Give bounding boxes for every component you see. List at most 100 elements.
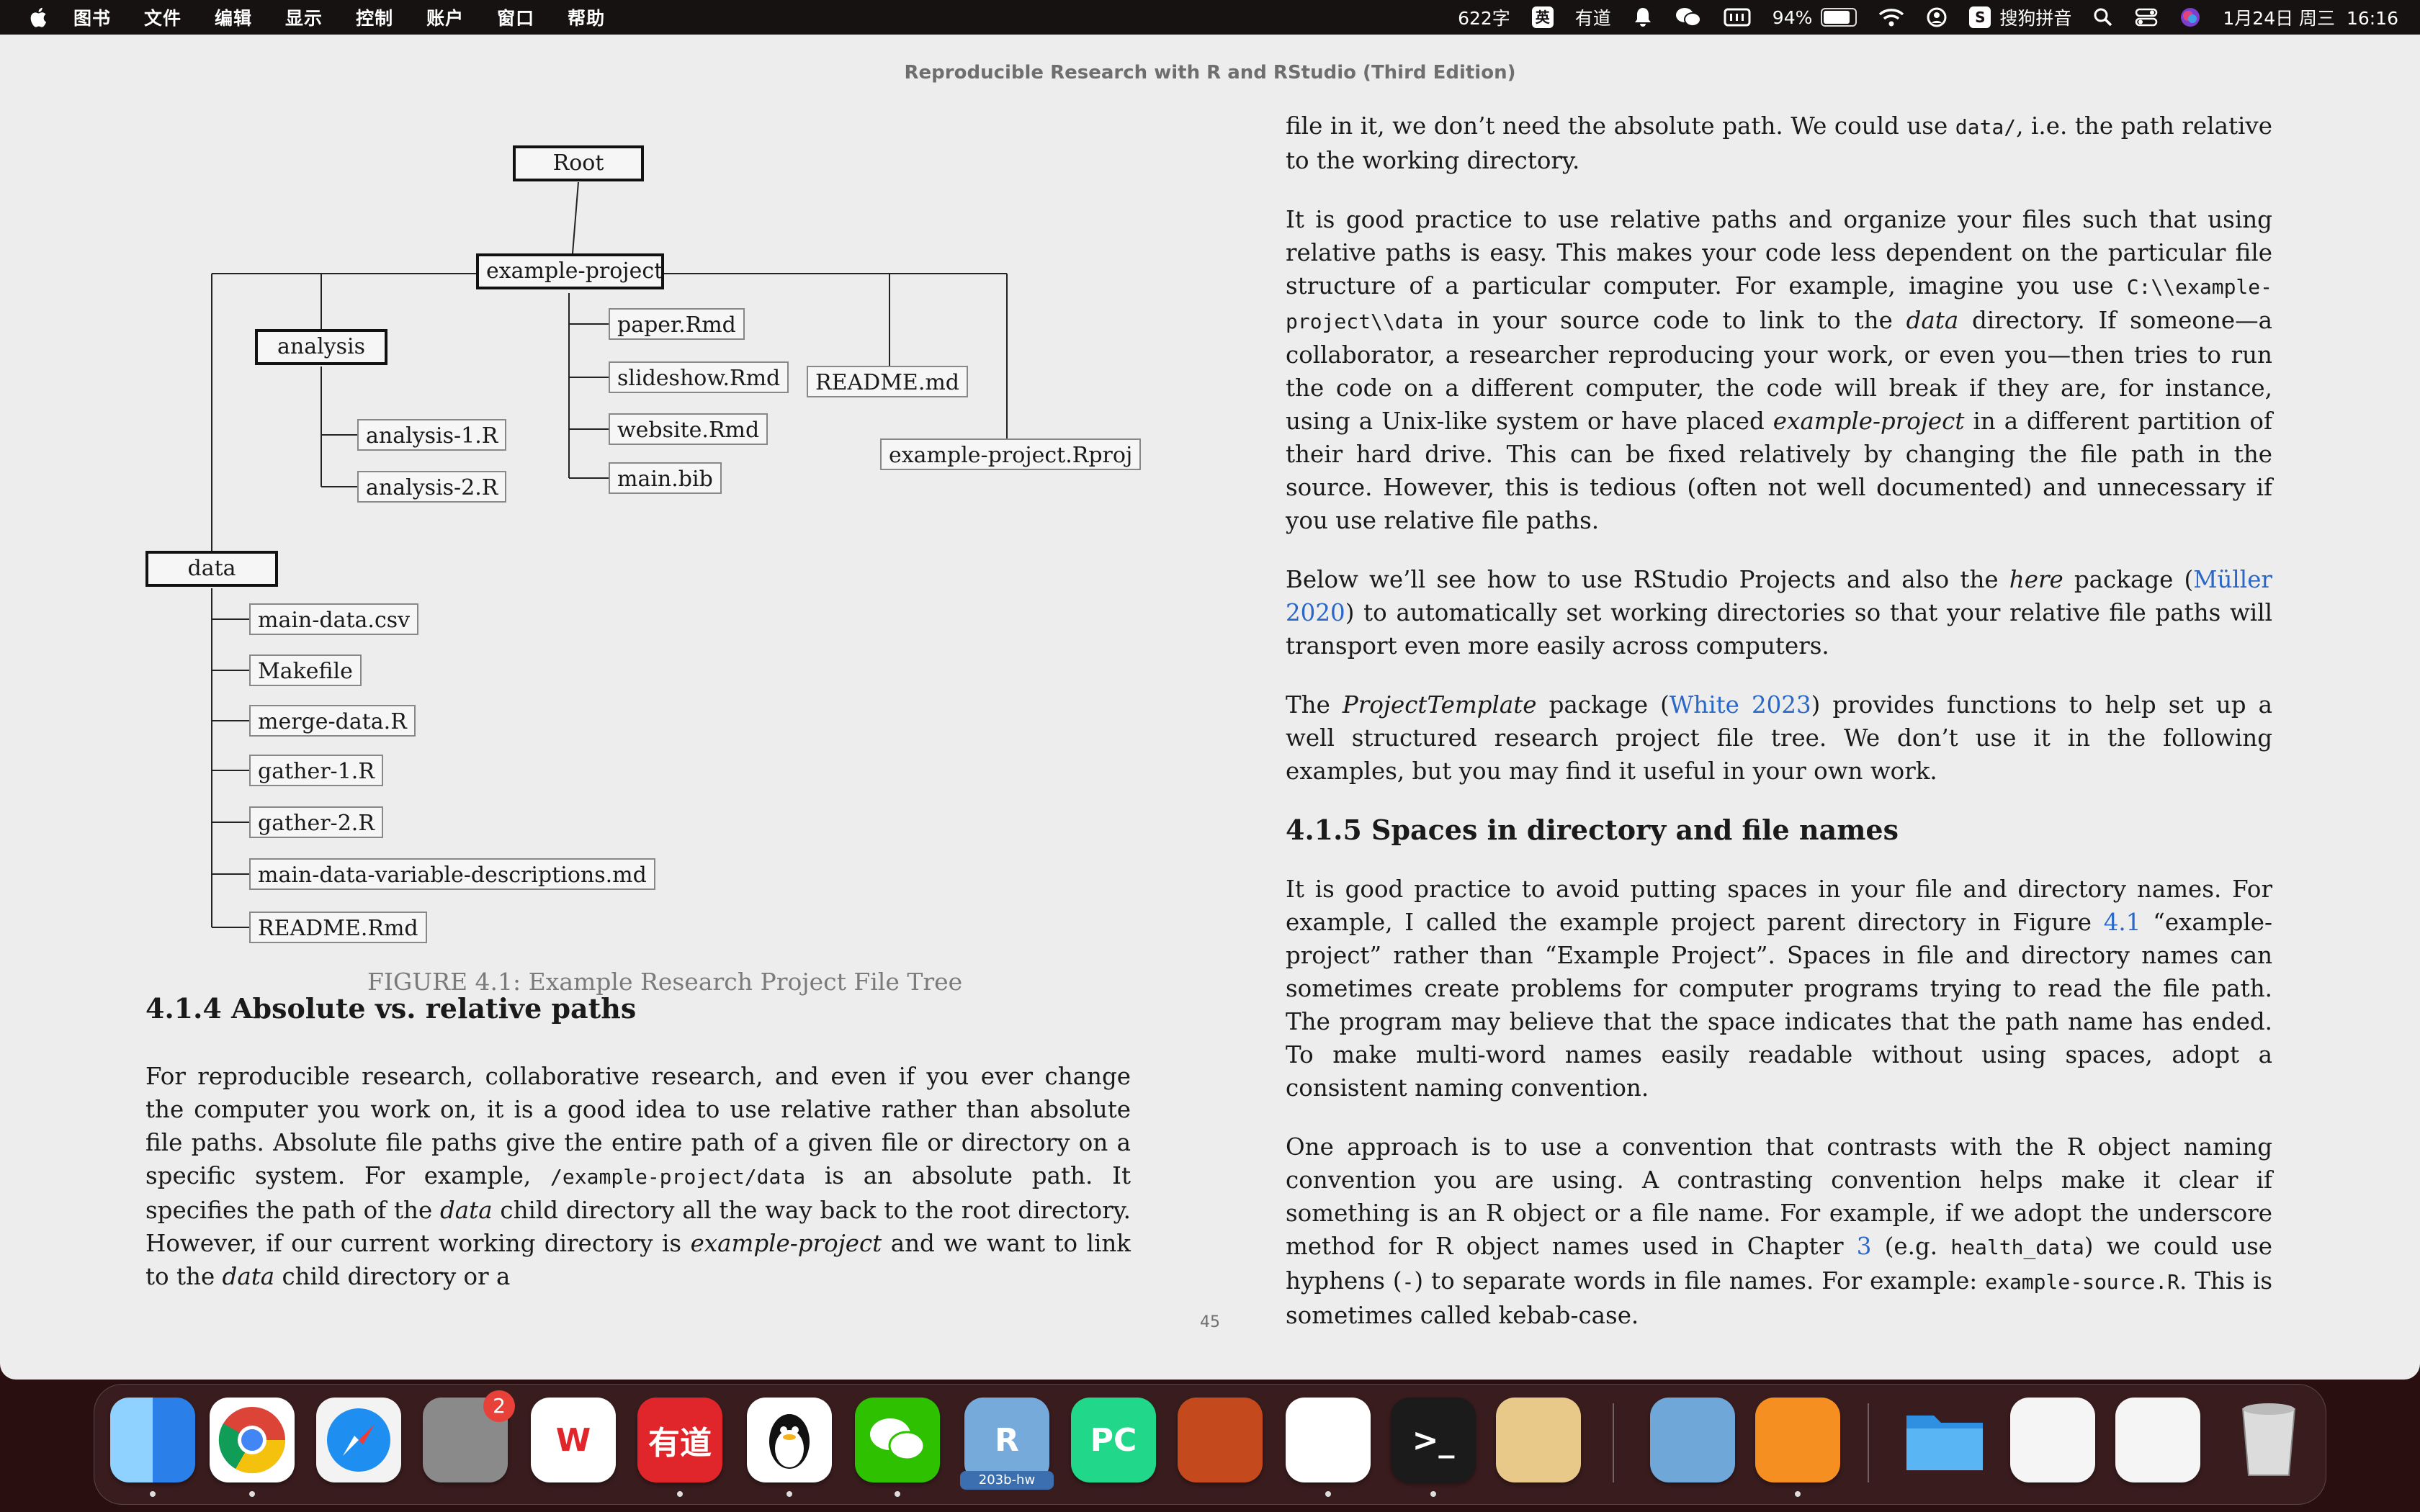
tree-node-readme-rmd: README.Rmd [249, 912, 427, 943]
menu-window[interactable]: 窗口 [497, 4, 534, 30]
folder-app-icon[interactable] [1902, 1398, 1987, 1482]
wechat-icon[interactable] [1675, 6, 1702, 28]
battery-icon[interactable] [1821, 8, 1857, 27]
menu-bar: 图书 文件 编辑 显示 控制 账户 窗口 帮助 622字 英 有道 94% S … [0, 0, 2420, 35]
trash-icon [2241, 1403, 2296, 1476]
citation-link-white[interactable]: White 2023 [1670, 691, 1811, 719]
input-language-badge[interactable]: 英 [1531, 6, 1554, 28]
figure-link[interactable]: 4.1 [2104, 909, 2141, 936]
chrome-app-icon[interactable] [210, 1398, 295, 1482]
tree-node-main-bib: main.bib [609, 462, 722, 494]
tree-node-analysis-2: analysis-2.R [357, 471, 507, 503]
terminal-app-icon[interactable]: >_ [1391, 1398, 1476, 1482]
left-column-text: For reproducible research, collaborative… [145, 1060, 1131, 1319]
chrome-icon [218, 1407, 286, 1474]
control-center-icon[interactable] [2135, 7, 2158, 27]
rstudio-window-app-icon[interactable] [2115, 1398, 2200, 1482]
word-count[interactable]: 622字 [1458, 4, 1510, 30]
right-column-text: file in it, we don’t need the absolute p… [1286, 109, 2272, 1358]
books-app-icon[interactable] [1755, 1398, 1840, 1482]
tree-node-gather-1: gather-1.R [249, 755, 383, 786]
wechat-app-icon[interactable] [855, 1398, 940, 1482]
tree-node-analysis-1: analysis-1.R [357, 419, 507, 451]
section-heading-absolute-paths: 4.1.4 Absolute vs. relative paths [145, 992, 637, 1025]
tree-node-rproj: example-project.Rproj [880, 438, 1142, 470]
bell-icon[interactable] [1633, 6, 1653, 28]
youdao-app-icon[interactable]: 有道 [637, 1398, 722, 1482]
menu-controls[interactable]: 控制 [356, 4, 393, 30]
running-indicator [1325, 1491, 1331, 1497]
menu-file[interactable]: 文件 [144, 4, 182, 30]
user-account-icon[interactable] [1926, 6, 1948, 28]
chrome-window-app-icon[interactable] [2010, 1398, 2095, 1482]
clock[interactable]: 1月24日 周三 16:16 [2223, 4, 2398, 30]
page-number: 45 [1200, 1313, 1220, 1331]
running-indicator [1430, 1491, 1436, 1497]
tree-node-root: Root [513, 145, 644, 181]
paragraph: One approach is to use a convention that… [1286, 1133, 2272, 1329]
tree-node-merge-data: merge-data.R [249, 705, 416, 737]
file-tree-connectors [211, 181, 1008, 928]
tree-node-analysis: analysis [255, 329, 387, 365]
menu-edit[interactable]: 编辑 [215, 4, 252, 30]
paragraph: It is good practice to avoid putting spa… [1286, 876, 2272, 1102]
tree-node-data: data [145, 551, 278, 587]
finder-app-icon[interactable] [110, 1398, 195, 1482]
wps-app-icon[interactable]: W [531, 1398, 616, 1482]
rstudio-app-icon[interactable]: R [964, 1398, 1049, 1482]
menu-books[interactable]: 图书 [73, 4, 111, 30]
tree-node-descriptions: main-data-variable-descriptions.md [249, 858, 655, 890]
running-indicator [1795, 1491, 1801, 1497]
battery-percent: 94% [1772, 6, 1813, 28]
paragraph: file in it, we don’t need the absolute p… [1286, 112, 2272, 174]
matlab-app-icon[interactable] [1178, 1398, 1263, 1482]
paragraph: For reproducible research, collaborative… [145, 1063, 1131, 1290]
tree-node-slideshow: slideshow.Rmd [609, 361, 789, 393]
preview-app-icon[interactable] [1650, 1398, 1735, 1482]
sogou-icon[interactable]: S [1969, 6, 1991, 28]
running-indicator [786, 1491, 792, 1497]
siri-icon[interactable] [2179, 6, 2201, 28]
tree-node-makefile: Makefile [249, 654, 362, 686]
tree-node-readme-md: README.md [807, 366, 969, 397]
chapter-link[interactable]: 3 [1857, 1233, 1872, 1260]
battery-level [1824, 11, 1850, 24]
menu-account[interactable]: 账户 [426, 4, 464, 30]
anime-avatar-app-icon[interactable] [1496, 1398, 1581, 1482]
ime-name[interactable]: 搜狗拼音 [1999, 4, 2071, 30]
menu-help[interactable]: 帮助 [568, 4, 605, 30]
trash-app-icon[interactable] [2226, 1398, 2311, 1482]
dock: 2 W 有道 R 203b-hw PC >_ [94, 1384, 2326, 1505]
file-tree-figure: Root example-project analysis analysis-1… [0, 104, 1224, 996]
paragraph: It is good practice to use relative path… [1286, 206, 2272, 534]
tree-node-example-project: example-project [476, 253, 664, 289]
menu-view[interactable]: 显示 [285, 4, 323, 30]
running-indicator [150, 1491, 156, 1497]
paragraph: Below we’ll see how to use RStudio Proje… [1286, 566, 2272, 660]
section-heading-spaces: 4.1.5 Spaces in directory and file names [1286, 814, 1899, 846]
wifi-icon[interactable] [1878, 7, 1904, 27]
youdao-menu-item[interactable]: 有道 [1575, 4, 1611, 30]
penguin-icon [769, 1414, 810, 1469]
tree-node-gather-2: gather-2.R [249, 806, 383, 838]
safari-app-icon[interactable] [316, 1398, 401, 1482]
notification-badge: 2 [483, 1390, 515, 1422]
pycharm-app-icon[interactable]: PC [1071, 1398, 1156, 1482]
apple-icon[interactable] [27, 6, 48, 29]
books-window: Reproducible Research with R and RStudio… [0, 35, 2420, 1380]
running-indicator [249, 1491, 255, 1497]
app-window-label: 203b-hw [960, 1471, 1054, 1490]
tree-node-main-data-csv: main-data.csv [249, 603, 419, 635]
tree-node-paper: paper.Rmd [609, 308, 745, 340]
folder-icon [1906, 1416, 1983, 1470]
keyboard-icon[interactable] [1724, 7, 1751, 27]
tree-node-website: website.Rmd [609, 413, 768, 445]
running-indicator [677, 1491, 683, 1497]
compass-icon [327, 1408, 390, 1472]
dock-separator [1613, 1403, 1614, 1482]
slack-app-icon[interactable] [1286, 1398, 1371, 1482]
qq-app-icon[interactable] [747, 1398, 832, 1482]
running-indicator [895, 1491, 900, 1497]
spotlight-search-icon[interactable] [2093, 7, 2113, 27]
paragraph: The ProjectTemplate package (White 2023)… [1286, 691, 2272, 785]
